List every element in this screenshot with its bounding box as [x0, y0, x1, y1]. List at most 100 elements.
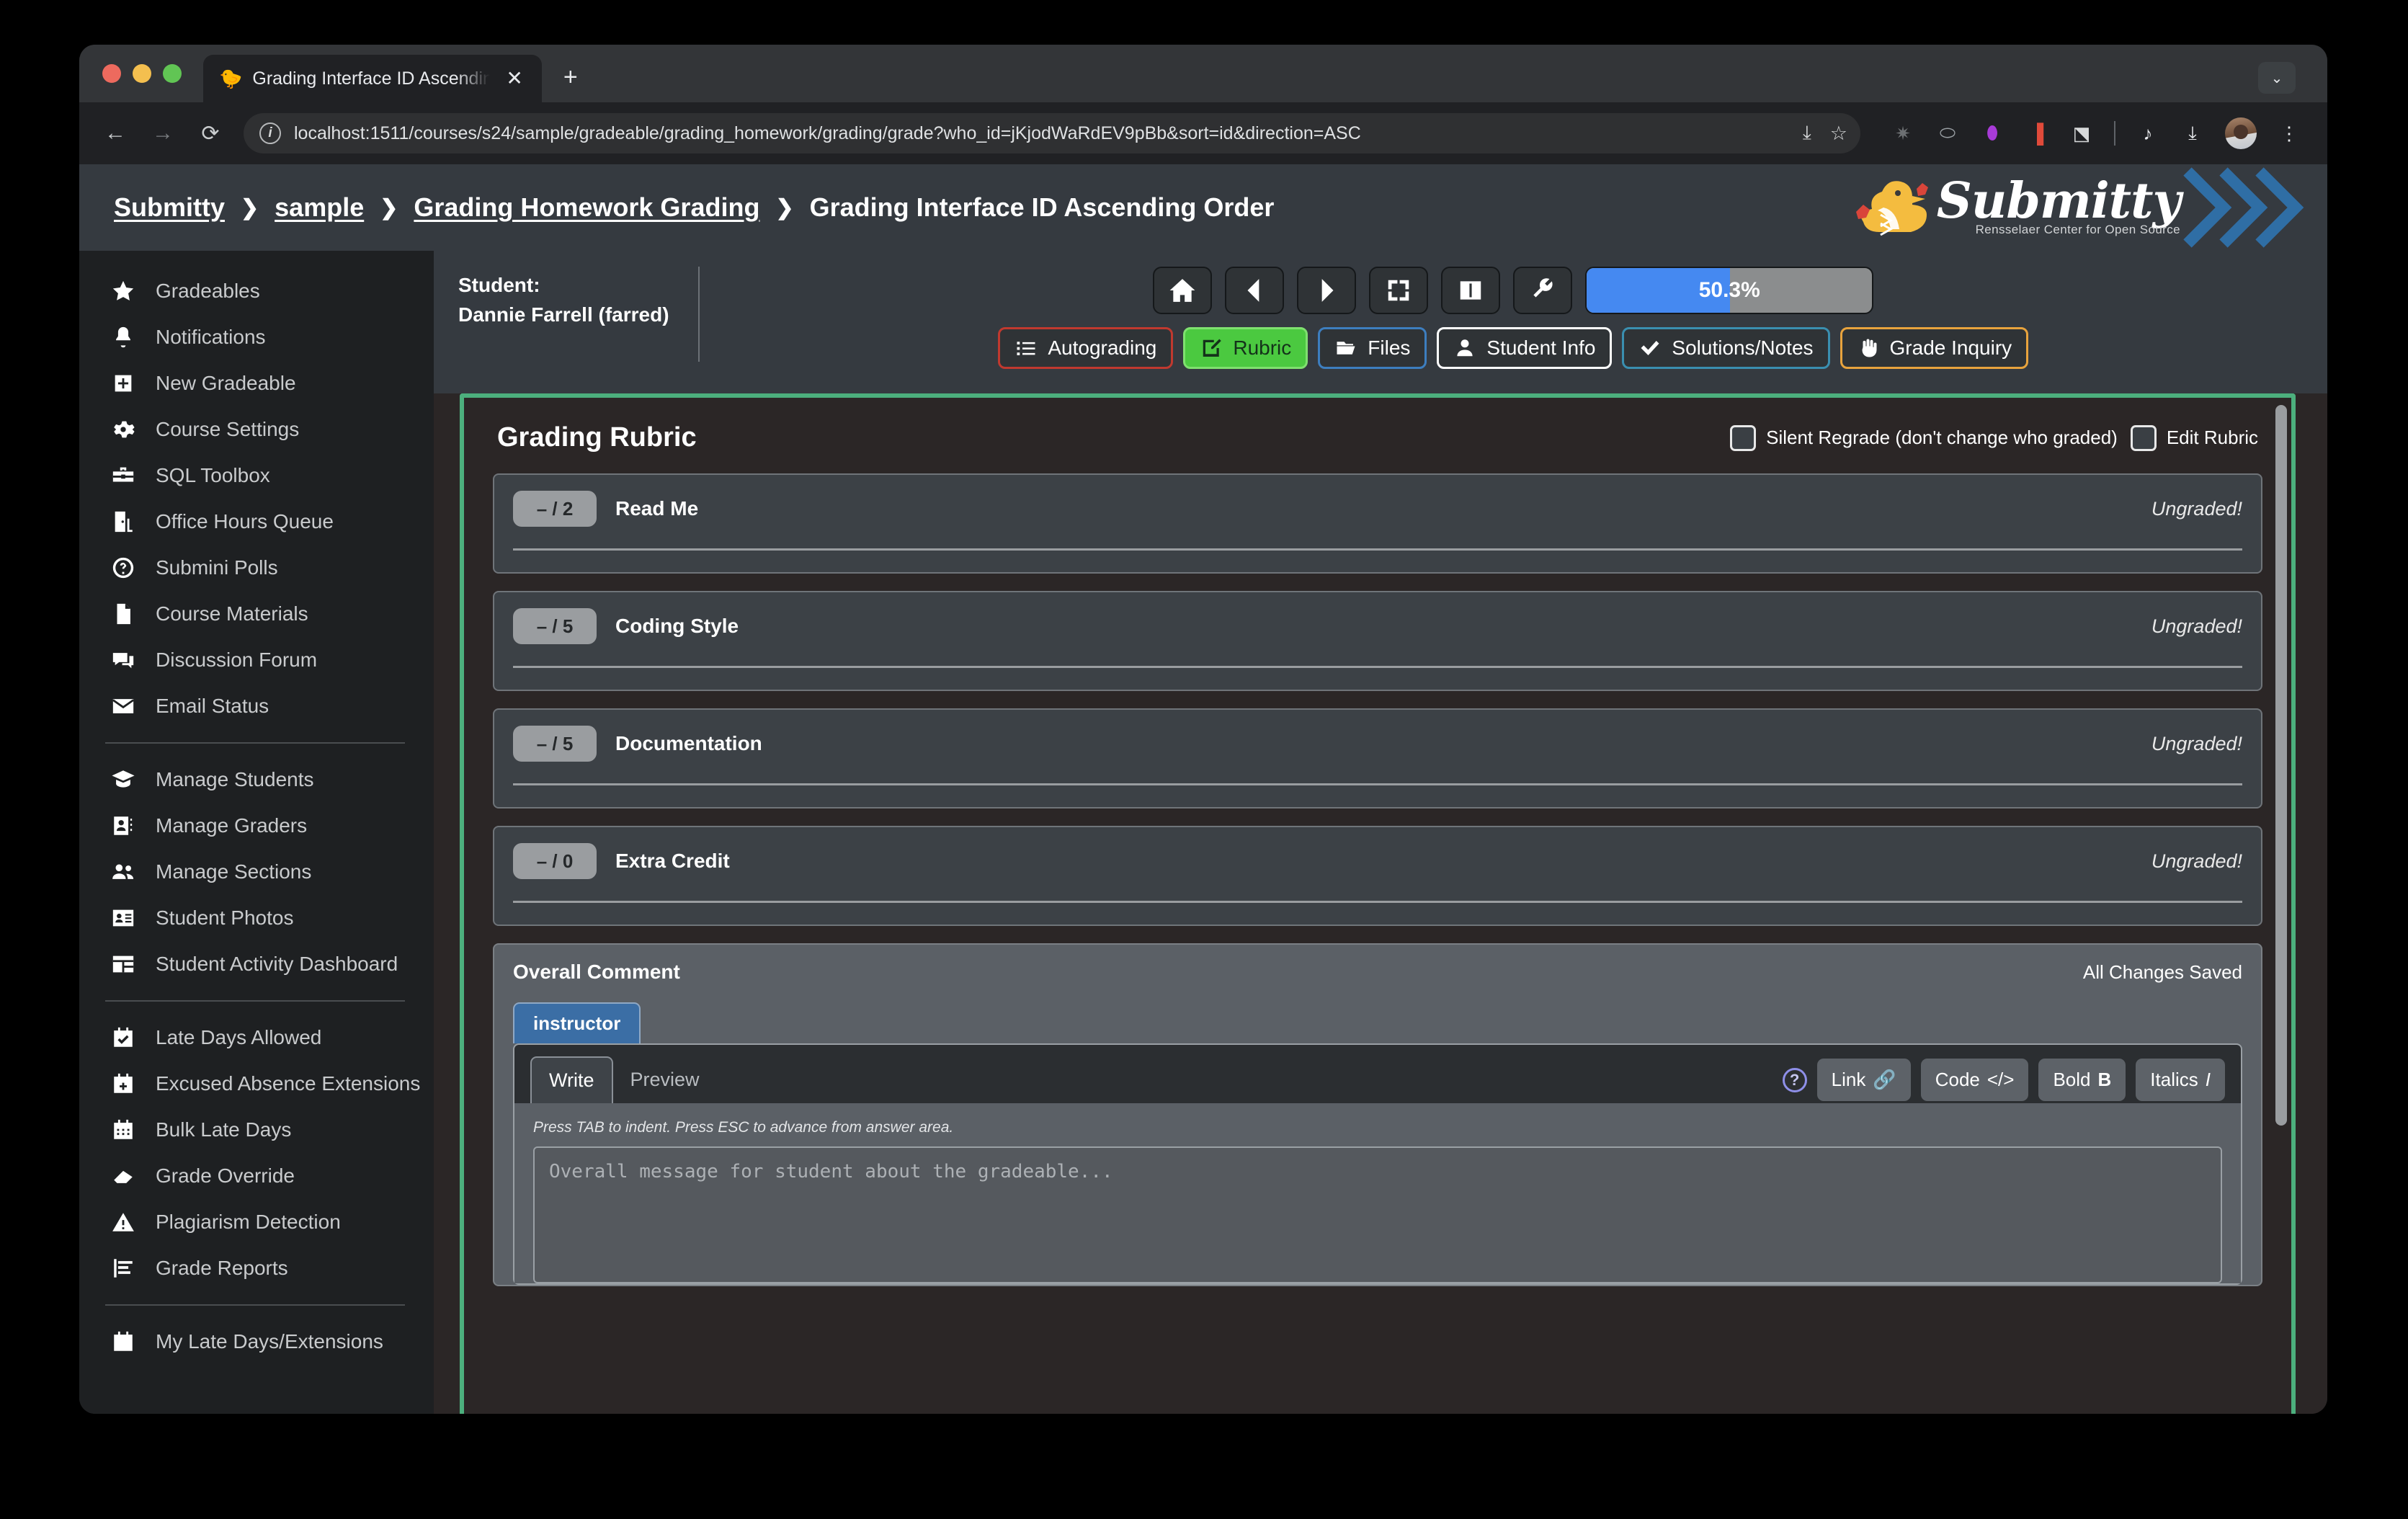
sidebar-item-label: Student Photos	[156, 906, 294, 929]
score-badge[interactable]: – / 2	[513, 491, 597, 527]
forward-button[interactable]: →	[148, 121, 177, 146]
bookmark-star-icon[interactable]: ☆	[1830, 122, 1847, 145]
tab-files[interactable]: Files	[1318, 327, 1427, 369]
sidebar-item-label: My Late Days/Extensions	[156, 1330, 383, 1353]
media-list-icon[interactable]: ♪	[2136, 121, 2160, 146]
sidebar-item-course-settings[interactable]: Course Settings	[79, 406, 434, 453]
purple-robot-icon[interactable]: ⬮	[1980, 121, 2005, 146]
sidebar-item-gradeables[interactable]: Gradeables	[79, 268, 434, 314]
browser-menu-icon[interactable]: ⋮	[2277, 121, 2301, 146]
sidebar-item-email-status[interactable]: Email Status	[79, 683, 434, 729]
two-panel-button[interactable]	[1441, 267, 1501, 314]
previous-student-button[interactable]	[1225, 267, 1285, 314]
profile-avatar[interactable]	[2225, 117, 2257, 149]
close-window-button[interactable]	[102, 64, 121, 83]
save-status: All Changes Saved	[2082, 961, 2242, 983]
panel-scrollbar[interactable]	[2275, 405, 2287, 1126]
help-icon[interactable]: ?	[1782, 1067, 1807, 1092]
site-info-icon[interactable]: i	[259, 122, 281, 144]
score-badge[interactable]: – / 5	[513, 608, 597, 644]
bell-icon	[108, 325, 138, 349]
sidebar-item-sql-toolbox[interactable]: SQL Toolbox	[79, 453, 434, 499]
rubric-component[interactable]: – / 0 Extra Credit Ungraded!	[493, 826, 2262, 926]
sidebar-item-notifications[interactable]: Notifications	[79, 314, 434, 360]
edit-rubric-control[interactable]: Edit Rubric	[2130, 424, 2258, 451]
submitty-logo[interactable]: Submitty Rensselaer Center for Open Sour…	[1850, 164, 2306, 251]
sidebar-item-label: New Gradeable	[156, 372, 296, 394]
tab-grade-inquiry[interactable]: Grade Inquiry	[1840, 327, 2029, 369]
tab-label: Rubric	[1233, 337, 1292, 359]
settings-button[interactable]	[1513, 267, 1573, 314]
close-tab-button[interactable]: ✕	[500, 66, 528, 92]
breadcrumb-item-gradeable[interactable]: Grading Homework Grading	[414, 192, 759, 223]
tab-student-info[interactable]: Student Info	[1437, 327, 1613, 369]
new-tab-button[interactable]: +	[563, 65, 578, 89]
download-icon[interactable]: ⤓	[2180, 121, 2205, 146]
sidebar-item-student-photos[interactable]: Student Photos	[79, 895, 434, 941]
student-label: Student:	[458, 274, 540, 296]
tab-preview[interactable]: Preview	[613, 1057, 717, 1102]
fullscreen-button[interactable]	[1369, 267, 1429, 314]
sidebar-item-manage-students[interactable]: Manage Students	[79, 757, 434, 803]
component-status: Ungraded!	[2151, 732, 2242, 754]
rubric-component[interactable]: – / 5 Documentation Ungraded!	[493, 708, 2262, 808]
next-student-button[interactable]	[1297, 267, 1357, 314]
shield-outline-icon[interactable]: ⬔	[2069, 121, 2094, 146]
folder-open-icon	[1337, 342, 1355, 355]
panel-tabs: Autograding Rubric Files Student Info So…	[998, 327, 2029, 369]
code-button[interactable]: Code </>	[1920, 1059, 2029, 1101]
back-button[interactable]: ←	[101, 121, 130, 146]
rubric-component[interactable]: – / 2 Read Me Ungraded!	[493, 473, 2262, 574]
page-body: Gradeables Notifications New Gradeable C…	[79, 251, 2327, 1414]
score-badge[interactable]: – / 0	[513, 843, 597, 879]
sidebar-item-submini-polls[interactable]: Submini Polls	[79, 545, 434, 591]
grading-toolbar: Student: Dannie Farrell (farred) 50.3% A…	[434, 251, 2327, 393]
tab-solutions-notes[interactable]: Solutions/Notes	[1622, 327, 1830, 369]
sidebar-item-new-gradeable[interactable]: New Gradeable	[79, 360, 434, 406]
install-icon[interactable]: ⤓	[1803, 122, 1811, 145]
breadcrumb-item-submitty[interactable]: Submitty	[114, 192, 225, 223]
edit-rubric-checkbox[interactable]	[2130, 424, 2157, 451]
tab-write[interactable]: Write	[530, 1056, 613, 1103]
sidebar-item-grade-reports[interactable]: Grade Reports	[79, 1245, 434, 1291]
sidebar-item-course-materials[interactable]: Course Materials	[79, 591, 434, 637]
sidebar-item-grade-override[interactable]: Grade Override	[79, 1153, 434, 1199]
sidebar-item-bulk-late-days[interactable]: Bulk Late Days	[79, 1107, 434, 1153]
sidebar-item-office-hours-queue[interactable]: Office Hours Queue	[79, 499, 434, 545]
sidebar-item-label: Manage Sections	[156, 860, 312, 883]
silent-regrade-checkbox[interactable]	[1730, 424, 1757, 451]
maximize-window-button[interactable]	[163, 64, 182, 83]
sidebar-item-student-activity-dashboard[interactable]: Student Activity Dashboard	[79, 941, 434, 987]
italics-button[interactable]: Italics I	[2136, 1059, 2225, 1101]
browser-tab-strip: 🐤 Grading Interface ID Ascendin ✕ + ⌄	[79, 45, 2327, 102]
sidebar-item-my-late-days-extensions[interactable]: My Late Days/Extensions	[79, 1319, 434, 1365]
capsule-icon[interactable]: ⬭	[1935, 121, 1960, 146]
score-badge[interactable]: – / 5	[513, 726, 597, 762]
sidebar-item-late-days-allowed[interactable]: Late Days Allowed	[79, 1015, 434, 1061]
tab-rubric[interactable]: Rubric	[1183, 327, 1308, 369]
sidebar-divider	[105, 742, 405, 744]
overall-comment-input[interactable]: Overall message for student about the gr…	[533, 1146, 2222, 1283]
bold-button[interactable]: Bold B	[2038, 1059, 2126, 1101]
navigation-buttons: 50.3%	[1153, 267, 1874, 314]
bug-gear-icon[interactable]: ✷	[1891, 121, 1915, 146]
sidebar-item-manage-sections[interactable]: Manage Sections	[79, 849, 434, 895]
link-button[interactable]: Link 🔗	[1816, 1059, 1911, 1101]
sidebar-item-excused-absence-extensions[interactable]: Excused Absence Extensions	[79, 1061, 434, 1107]
sidebar-item-discussion-forum[interactable]: Discussion Forum	[79, 637, 434, 683]
grading-progress-bar[interactable]: 50.3%	[1585, 267, 1874, 314]
reload-button[interactable]: ⟳	[196, 121, 225, 146]
address-bar[interactable]: i localhost:1511/courses/s24/sample/grad…	[244, 113, 1860, 153]
red-book-icon[interactable]: ▐	[2025, 121, 2049, 146]
browser-tab[interactable]: 🐤 Grading Interface ID Ascendin ✕	[203, 55, 542, 102]
sidebar-item-plagiarism-detection[interactable]: Plagiarism Detection	[79, 1199, 434, 1245]
home-button[interactable]	[1153, 267, 1213, 314]
silent-regrade-control[interactable]: Silent Regrade (don't change who graded)	[1730, 424, 2118, 451]
sidebar-item-manage-graders[interactable]: Manage Graders	[79, 803, 434, 849]
rubric-component[interactable]: – / 5 Coding Style Ungraded!	[493, 591, 2262, 691]
tab-instructor[interactable]: instructor	[513, 1002, 641, 1043]
minimize-window-button[interactable]	[133, 64, 151, 83]
breadcrumb-item-sample[interactable]: sample	[275, 192, 364, 223]
chevron-down-icon[interactable]: ⌄	[2258, 62, 2296, 94]
tab-autograding[interactable]: Autograding	[998, 327, 1174, 369]
